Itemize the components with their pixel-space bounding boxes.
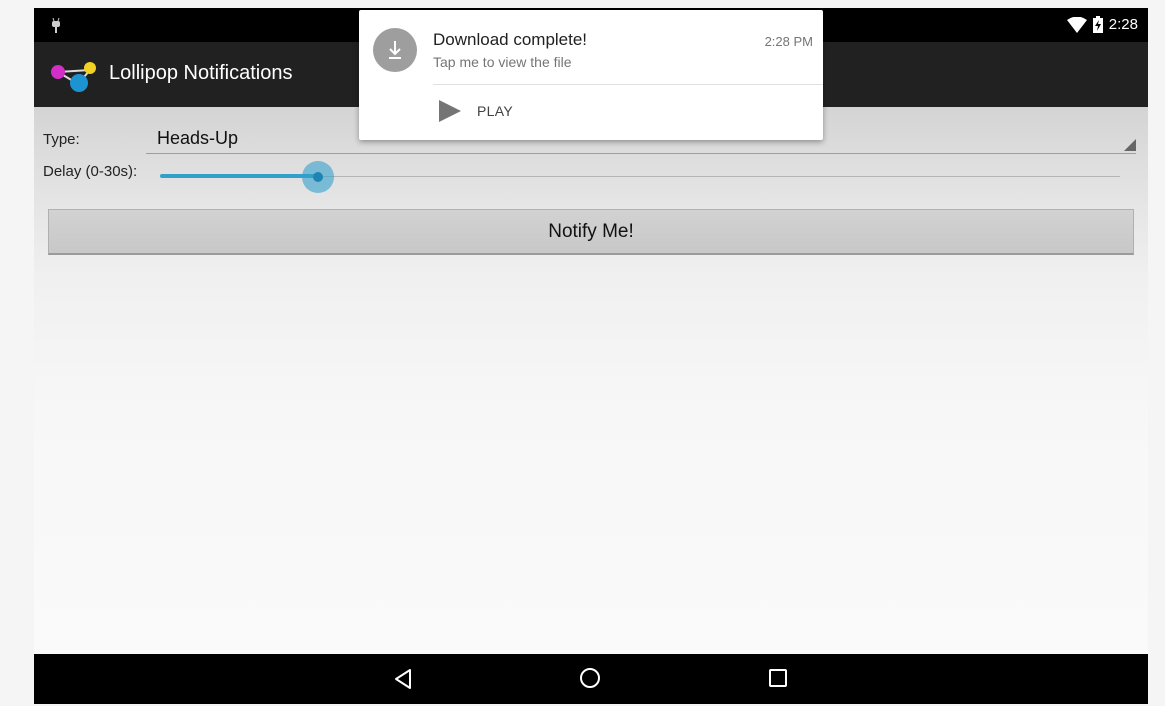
status-icons: 2:28 <box>1066 16 1138 33</box>
spinner-arrow-icon <box>1124 139 1136 151</box>
download-icon <box>373 28 417 72</box>
delay-label: Delay (0-30s): <box>43 163 138 180</box>
notification-title: Download complete! <box>433 30 588 49</box>
notification-text: Tap me to view the file <box>433 54 572 70</box>
slider-thumb[interactable] <box>313 172 323 182</box>
type-label: Type: <box>43 131 80 148</box>
home-icon[interactable] <box>580 668 600 688</box>
main-content: Type: Heads-Up Delay (0-30s): Notify Me! <box>34 107 1148 654</box>
notify-me-button[interactable]: Notify Me! <box>48 209 1134 255</box>
play-icon <box>439 100 461 122</box>
status-time: 2:28 <box>1108 16 1138 33</box>
app-logo-molecule-icon <box>51 62 96 92</box>
notification-time: 2:28 PM <box>764 34 813 49</box>
wifi-icon <box>1066 16 1087 33</box>
navigation-bar <box>34 654 1148 704</box>
notification-divider <box>433 84 823 85</box>
recents-icon[interactable] <box>769 669 787 687</box>
type-spinner-value: Heads-Up <box>157 128 239 148</box>
delay-slider[interactable] <box>160 161 1120 193</box>
app-title: Lollipop Notifications <box>109 62 293 84</box>
device-screen: 2:28 Lollipop Notifications Type: Heads-… <box>34 8 1148 704</box>
heads-up-notification[interactable]: Download complete! 2:28 PM Tap me to vie… <box>359 10 823 140</box>
slider-fill <box>160 174 318 178</box>
battery-charging-icon <box>1092 16 1103 33</box>
play-action-button[interactable]: PLAY <box>439 100 513 122</box>
back-icon[interactable] <box>392 668 414 690</box>
android-debug-icon <box>52 17 60 33</box>
play-action-label: PLAY <box>477 103 513 119</box>
